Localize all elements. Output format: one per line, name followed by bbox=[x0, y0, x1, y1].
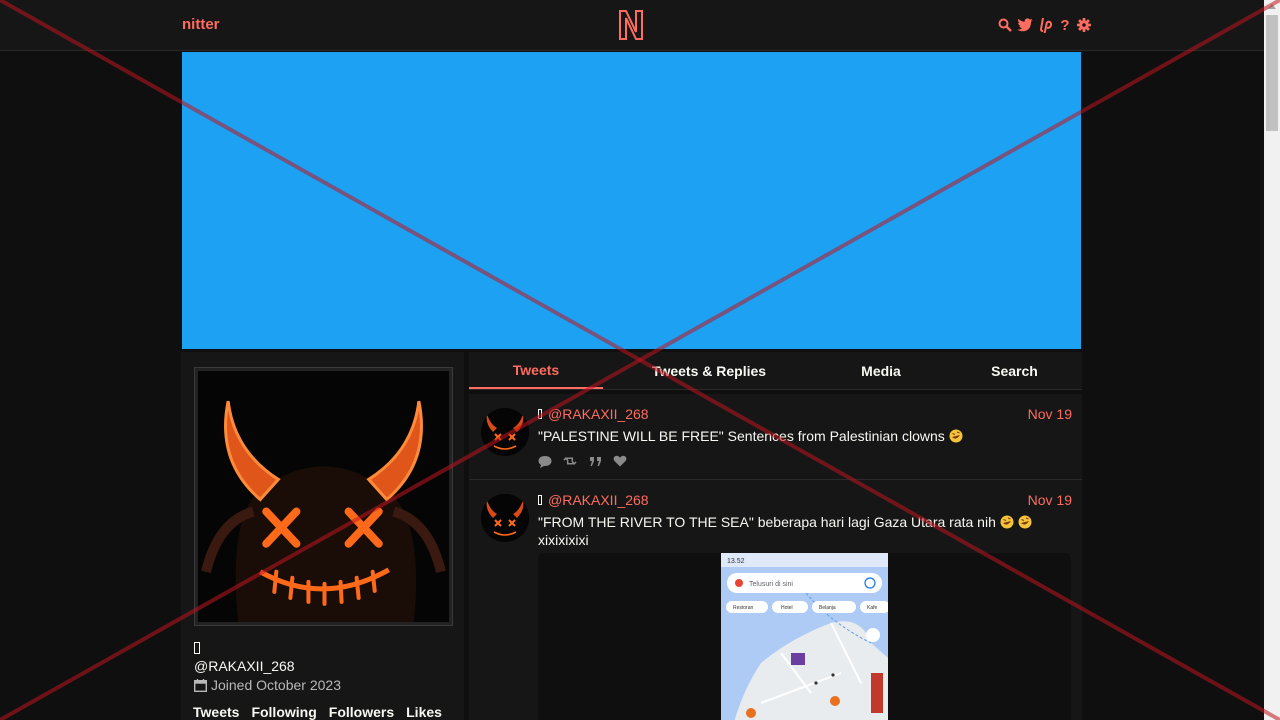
tab-search[interactable]: Search bbox=[947, 352, 1082, 389]
nitter-logo-icon[interactable] bbox=[617, 8, 645, 42]
profile-joined: Joined October 2023 bbox=[194, 677, 341, 693]
tab-media[interactable]: Media bbox=[815, 352, 947, 389]
retweet-icon[interactable] bbox=[563, 454, 577, 468]
comment-icon[interactable] bbox=[538, 454, 552, 468]
map-chip-shopping: Belanja bbox=[819, 605, 836, 611]
tweet-text: "PALESTINE WILL BE FREE" Sentences from … bbox=[538, 427, 1058, 445]
profile-banner[interactable] bbox=[181, 51, 1082, 350]
rofl-emoji-icon bbox=[1018, 515, 1032, 529]
tweet-date[interactable]: Nov 19 bbox=[1028, 406, 1072, 422]
scroll-up-arrow[interactable] bbox=[1268, 4, 1276, 9]
profile-username[interactable]: @RAKAXII_268 bbox=[194, 658, 295, 674]
demon-mask-avatar-image bbox=[481, 408, 529, 456]
liberapay-icon[interactable] bbox=[1039, 16, 1053, 34]
calendar-icon bbox=[194, 678, 207, 692]
tweet-item[interactable]: @RAKAXII_268 Nov 19 "PALESTINE WILL BE F… bbox=[469, 394, 1082, 480]
tab-tweets[interactable]: Tweets bbox=[469, 352, 603, 389]
brand-link[interactable]: nitter bbox=[182, 16, 220, 33]
tweet-actions bbox=[538, 454, 627, 468]
tweet-date[interactable]: Nov 19 bbox=[1028, 492, 1072, 508]
help-icon[interactable]: ? bbox=[1058, 16, 1072, 34]
twitter-bird-icon[interactable] bbox=[1017, 16, 1034, 34]
tweet-text: "FROM THE RIVER TO THE SEA" beberapa har… bbox=[538, 513, 1058, 549]
profile-card: @RAKAXII_268 Joined October 2023 Tweets … bbox=[181, 352, 464, 720]
tweet-text-body: "FROM THE RIVER TO THE SEA" beberapa har… bbox=[538, 514, 996, 530]
tweet-avatar[interactable] bbox=[481, 494, 529, 542]
stat-following[interactable]: Following bbox=[251, 704, 316, 720]
tweet-item[interactable]: @RAKAXII_268 Nov 19 "FROM THE RIVER TO T… bbox=[469, 480, 1082, 720]
locked-account-glyph bbox=[194, 642, 200, 654]
timeline-tabs: Tweets Tweets & Replies Media Search bbox=[469, 352, 1082, 390]
tweet-avatar[interactable] bbox=[481, 408, 529, 456]
map-chip-restaurant: Restoran bbox=[733, 605, 754, 611]
map-status-time: 13.52 bbox=[727, 558, 745, 565]
map-chip-hotel: Hotel bbox=[781, 605, 793, 611]
page-scrollbar[interactable] bbox=[1264, 0, 1280, 720]
search-icon[interactable] bbox=[998, 16, 1012, 34]
map-screenshot-image[interactable]: 13.52 Telusuri di sini Restoran Hotel Be… bbox=[721, 553, 888, 720]
demon-mask-avatar-image bbox=[198, 371, 449, 622]
tweet-username[interactable]: @RAKAXII_268 bbox=[548, 492, 649, 508]
navbar: nitter ? bbox=[0, 0, 1264, 51]
tweet-header: @RAKAXII_268 bbox=[538, 492, 649, 508]
tweet-media[interactable]: 13.52 Telusuri di sini Restoran Hotel Be… bbox=[538, 553, 1071, 720]
tweet-header: @RAKAXII_268 bbox=[538, 406, 649, 422]
tab-tweets-replies[interactable]: Tweets & Replies bbox=[603, 352, 815, 389]
stat-followers[interactable]: Followers bbox=[329, 704, 394, 720]
page: nitter ? @RAKAXII_268 Joined October 202… bbox=[0, 0, 1264, 720]
profile-stats: Tweets Following Followers Likes bbox=[193, 704, 442, 720]
stat-tweets[interactable]: Tweets bbox=[193, 704, 239, 720]
profile-avatar[interactable] bbox=[194, 367, 453, 626]
tweet-text-body: "PALESTINE WILL BE FREE" Sentences from … bbox=[538, 428, 945, 444]
map-drawing: 13.52 Telusuri di sini Restoran Hotel Be… bbox=[721, 553, 888, 720]
rofl-emoji-icon bbox=[949, 429, 963, 443]
locked-account-glyph bbox=[538, 409, 542, 419]
scroll-thumb[interactable] bbox=[1266, 15, 1278, 131]
map-chip-cafe: Kafe bbox=[867, 605, 878, 611]
demon-mask-avatar-image bbox=[481, 494, 529, 542]
tweet-username[interactable]: @RAKAXII_268 bbox=[548, 406, 649, 422]
locked-account-glyph bbox=[538, 495, 542, 505]
quote-icon[interactable] bbox=[588, 454, 602, 468]
nav-icons: ? bbox=[998, 15, 1091, 35]
heart-icon[interactable] bbox=[613, 454, 627, 468]
tweet-text-line2: xixixixixi bbox=[538, 532, 589, 548]
gear-icon[interactable] bbox=[1077, 16, 1091, 34]
joined-date-text: Joined October 2023 bbox=[211, 677, 341, 693]
stat-likes[interactable]: Likes bbox=[406, 704, 442, 720]
map-search-placeholder: Telusuri di sini bbox=[749, 581, 793, 588]
rofl-emoji-icon bbox=[1000, 515, 1014, 529]
timeline: @RAKAXII_268 Nov 19 "PALESTINE WILL BE F… bbox=[469, 394, 1082, 720]
